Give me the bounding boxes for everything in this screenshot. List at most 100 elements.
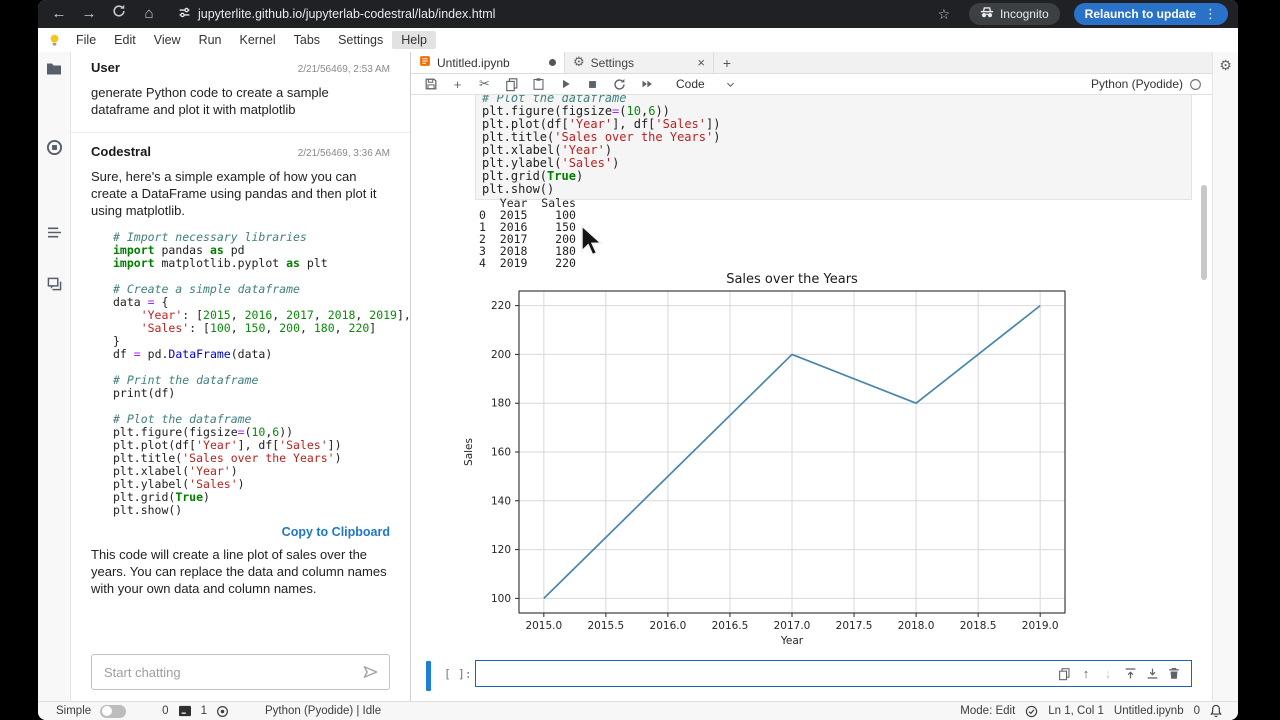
kernel-status-icon	[1189, 78, 1202, 91]
copy-to-clipboard-link[interactable]: Copy to Clipboard	[91, 525, 390, 539]
menu-view[interactable]: View	[145, 31, 190, 49]
simple-mode-toggle[interactable]	[100, 705, 126, 718]
menu-items: FileEditViewRunKernelTabsSettingsHelp	[67, 31, 436, 49]
left-activity-bar	[38, 52, 71, 702]
svg-text:2018.0: 2018.0	[898, 620, 935, 632]
status-bar: Simple 0 1 Python (Pyodide) | Idle Mode:…	[38, 701, 1238, 720]
kernel-status-text[interactable]: Python (Pyodide) | Idle	[265, 705, 381, 717]
simple-mode-label: Simple	[56, 705, 91, 717]
menu-tabs[interactable]: Tabs	[285, 31, 329, 49]
restart-icon[interactable]	[606, 76, 633, 92]
menu-help[interactable]: Help	[392, 31, 436, 49]
terminal-count: 0	[162, 705, 168, 717]
cell-type-value: Code	[676, 77, 705, 91]
chevron-down-icon	[725, 79, 736, 90]
running-kernels-icon[interactable]	[46, 139, 63, 156]
terminal-icon[interactable]	[178, 705, 192, 717]
chat-code-block: # Import necessary librariesimport panda…	[113, 231, 390, 517]
menu-settings[interactable]: Settings	[329, 31, 392, 49]
chat-input-box[interactable]	[91, 654, 390, 690]
reload-icon[interactable]	[108, 0, 130, 28]
insert-below-icon[interactable]	[1141, 667, 1163, 680]
message-timestamp: 2/21/56469, 2:53 AM	[298, 64, 390, 75]
mode-indicator: Mode: Edit	[960, 705, 1015, 717]
url-text[interactable]: jupyterlite.github.io/jupyterlab-codestr…	[198, 7, 495, 21]
add-cell-icon[interactable]: +	[444, 76, 471, 92]
notebook-scrollbar[interactable]	[1201, 185, 1207, 280]
message-author: Codestral	[91, 144, 151, 159]
cell-type-dropdown[interactable]: Code	[676, 77, 736, 91]
code-cell-editor[interactable]: # Plot the dataframeplt.figure(figsize=(…	[482, 95, 1185, 196]
svg-text:2015.0: 2015.0	[525, 620, 562, 632]
notebook-content[interactable]: # Plot the dataframeplt.figure(figsize=(…	[411, 95, 1212, 702]
new-tab-button[interactable]: +	[714, 52, 740, 73]
svg-text:100: 100	[491, 593, 511, 605]
svg-text:Sales over the Years: Sales over the Years	[726, 272, 858, 287]
statusbar-filename: Untitled.ipynb	[1114, 705, 1184, 717]
chrome-menu-icon[interactable]: ⋮	[1204, 6, 1217, 22]
duplicate-icon[interactable]	[1053, 667, 1075, 681]
incognito-icon	[980, 6, 994, 22]
relaunch-button[interactable]: Relaunch to update ⋮	[1074, 3, 1228, 25]
svg-text:2017.0: 2017.0	[774, 620, 811, 632]
notebook-panel: Untitled.ipynb ⚙ Settings × + +✂ Code Py…	[411, 52, 1212, 702]
cut-icon[interactable]: ✂	[471, 76, 498, 92]
check-circle-icon	[1025, 705, 1038, 718]
app-logo-icon	[48, 33, 61, 48]
cell-collapser[interactable]	[426, 661, 431, 691]
property-inspector-gear-icon[interactable]: ⚙	[1219, 58, 1232, 74]
table-of-contents-icon[interactable]	[47, 226, 62, 239]
file-browser-icon[interactable]	[46, 62, 62, 75]
chat-icon[interactable]	[47, 277, 62, 291]
chat-panel: User 2/21/56469, 2:53 AM generate Python…	[71, 52, 411, 702]
address-bar[interactable]: jupyterlite.github.io/jupyterlab-codestr…	[178, 6, 929, 22]
message-text: generate Python code to create a sample …	[91, 85, 390, 119]
browser-chrome-bar: ← → ⌂ jupyterlite.github.io/jupyterlab-cod…	[38, 0, 1238, 28]
svg-text:Sales: Sales	[463, 438, 475, 466]
move-down-icon[interactable]: ↓	[1097, 666, 1119, 681]
kernel-count: 1	[201, 705, 207, 717]
insert-above-icon[interactable]	[1119, 667, 1141, 680]
message-text: This code will create a line plot of sal…	[91, 547, 390, 598]
cell-output-text: Year Sales 0 2015 100 1 2016 150 2 2017 …	[479, 197, 576, 269]
svg-text:200: 200	[491, 349, 511, 361]
chat-input[interactable]	[102, 664, 354, 681]
move-up-icon[interactable]: ↑	[1075, 666, 1097, 681]
empty-cell-editor[interactable]: ↑↓	[475, 660, 1192, 687]
copy-icon[interactable]	[498, 76, 525, 92]
run-icon[interactable]	[552, 76, 579, 92]
site-settings-icon[interactable]	[178, 6, 191, 22]
bell-icon[interactable]	[1210, 704, 1222, 718]
message-author: User	[91, 60, 120, 75]
restart-run-all-icon[interactable]	[633, 76, 660, 92]
jupyterlab-menubar: FileEditViewRunKernelTabsSettingsHelp	[38, 28, 1238, 53]
paste-icon[interactable]	[525, 76, 552, 92]
kernel-name[interactable]: Python (Pyodide)	[1091, 77, 1183, 91]
svg-text:Year: Year	[780, 635, 804, 647]
forward-icon[interactable]: →	[78, 0, 100, 28]
menu-run[interactable]: Run	[190, 31, 231, 49]
svg-text:2019.0: 2019.0	[1022, 620, 1059, 632]
menu-kernel[interactable]: Kernel	[231, 31, 285, 49]
delete-icon[interactable]	[1163, 667, 1185, 680]
tab-untitled-ipynb[interactable]: Untitled.ipynb	[411, 52, 565, 73]
menu-file[interactable]: File	[67, 31, 105, 49]
back-icon[interactable]: ←	[48, 0, 70, 28]
menu-edit[interactable]: Edit	[105, 31, 145, 49]
close-icon[interactable]: ×	[697, 55, 705, 70]
tab-settings[interactable]: ⚙ Settings ×	[565, 52, 714, 73]
send-icon[interactable]	[362, 665, 379, 679]
bookmark-star-icon[interactable]: ☆	[933, 6, 955, 23]
save-icon[interactable]	[417, 76, 444, 92]
code-cell[interactable]: # Plot the dataframeplt.figure(figsize=(…	[475, 95, 1192, 200]
chat-message: User 2/21/56469, 2:53 AM generate Python…	[91, 60, 390, 119]
matplotlib-figure: 2015.02015.52016.02016.52017.02017.52018…	[459, 271, 1099, 654]
browser-window: ← → ⌂ jupyterlite.github.io/jupyterlab-cod…	[38, 0, 1238, 720]
home-icon[interactable]: ⌂	[138, 0, 160, 28]
stop-icon[interactable]	[579, 76, 606, 92]
tab-label: Settings	[591, 56, 634, 70]
svg-text:220: 220	[491, 300, 511, 312]
svg-text:2018.5: 2018.5	[960, 620, 997, 632]
kernel-icon[interactable]	[216, 705, 229, 718]
cursor-position[interactable]: Ln 1, Col 1	[1048, 705, 1104, 717]
